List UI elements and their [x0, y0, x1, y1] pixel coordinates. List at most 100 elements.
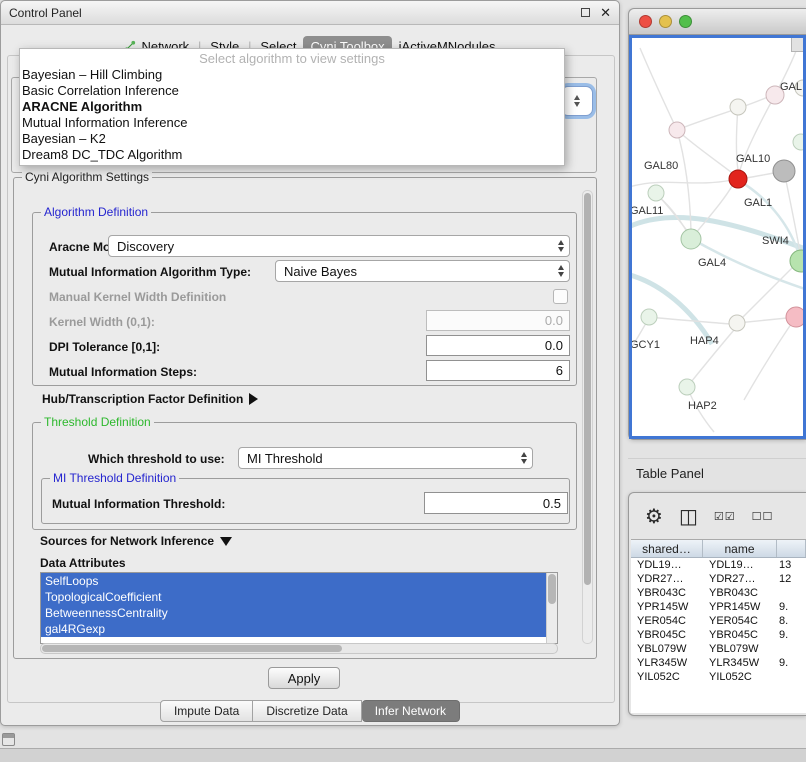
- mi-type-select[interactable]: Naive Bayes: [275, 260, 570, 282]
- graph-node[interactable]: [669, 122, 685, 138]
- list-scrollbar[interactable]: [546, 573, 557, 643]
- table-toolbar: ⚙ ◫ ☑☑ ☐☐: [629, 493, 806, 539]
- network-view-window: GALGAL80GAL10GAL11GAL1SWI4GAL4GCY1HAP4HA…: [628, 8, 806, 440]
- data-attributes-label: Data Attributes: [40, 556, 126, 570]
- mi-threshold-group: MI Threshold Definition Mutual Informati…: [41, 478, 570, 524]
- graph-node-label: GCY1: [632, 339, 660, 351]
- columns-icon[interactable]: ◫: [679, 506, 698, 526]
- mi-threshold-field[interactable]: 0.5: [424, 492, 568, 514]
- stepper-arrows-icon: [558, 265, 564, 277]
- algorithm-option[interactable]: Dream8 DC_TDC Algorithm: [20, 147, 564, 163]
- table-row[interactable]: YDL19…YDL19…13: [631, 558, 806, 572]
- table-row[interactable]: YPR145WYPR145W9.: [631, 600, 806, 614]
- control-panel-titlebar[interactable]: Control Panel ✕: [1, 1, 619, 25]
- table-cell: YBL079W: [631, 642, 703, 656]
- apply-button[interactable]: Apply: [268, 667, 340, 689]
- table-cell: YPR145W: [631, 600, 703, 614]
- table-row[interactable]: YDR27…YDR27…12: [631, 572, 806, 586]
- algorithm-option[interactable]: Mutual Information Inference: [20, 115, 564, 131]
- table-row[interactable]: YBR043CYBR043C: [631, 586, 806, 600]
- algorithm-popup-list: Bayesian – Hill ClimbingBasic Correlatio…: [20, 67, 564, 163]
- table-cell: 12: [777, 572, 806, 586]
- column-header[interactable]: [777, 540, 806, 557]
- deselect-all-icon[interactable]: ☐☐: [752, 511, 774, 522]
- graph-node[interactable]: [793, 134, 803, 150]
- table-row[interactable]: YBL079WYBL079W: [631, 642, 806, 656]
- algorithm-option[interactable]: Bayesian – K2: [20, 131, 564, 147]
- tab-discretize-data[interactable]: Discretize Data: [253, 700, 361, 722]
- dpi-tolerance-field[interactable]: 0.0: [426, 335, 570, 356]
- graph-node[interactable]: [729, 315, 745, 331]
- table-cell: 9.: [777, 656, 806, 670]
- graph-node[interactable]: [773, 160, 795, 182]
- network-canvas[interactable]: GALGAL80GAL10GAL11GAL1SWI4GAL4GCY1HAP4HA…: [629, 35, 806, 439]
- tab-infer-network[interactable]: Infer Network: [362, 700, 460, 722]
- close-traffic-light[interactable]: [639, 15, 652, 28]
- network-graph: GALGAL80GAL10GAL11GAL1SWI4GAL4GCY1HAP4HA…: [632, 38, 803, 437]
- collapsed-arrow-icon: [249, 393, 258, 405]
- graph-node[interactable]: [681, 229, 701, 249]
- mi-steps-field[interactable]: 6: [426, 360, 570, 381]
- select-all-icon[interactable]: ☑☑: [714, 511, 736, 522]
- zoom-traffic-light[interactable]: [679, 15, 692, 28]
- manual-kernel-checkbox[interactable]: [553, 289, 568, 304]
- table-cell: YER054C: [703, 614, 777, 628]
- hub-section-toggle[interactable]: Hub/Transcription Factor Definition: [42, 392, 258, 406]
- column-header[interactable]: shared…: [631, 540, 703, 557]
- table-cell: YDR27…: [703, 572, 777, 586]
- graph-node-label: GAL1: [744, 197, 772, 209]
- graph-node[interactable]: [786, 307, 803, 327]
- kernel-width-label: Kernel Width (0,1):: [49, 315, 155, 329]
- panel-separator: [628, 458, 806, 459]
- combo-value: Discovery: [117, 239, 174, 254]
- column-header[interactable]: name: [703, 540, 777, 557]
- list-hscrollbar[interactable]: [40, 643, 558, 654]
- data-attributes-list[interactable]: SelfLoopsTopologicalCoefficientBetweenne…: [40, 572, 558, 644]
- attribute-item[interactable]: BetweennessCentrality: [41, 605, 546, 621]
- algorithm-option[interactable]: Basic Correlation Inference: [20, 83, 564, 99]
- bottom-tabs: Impute Data Discretize Data Infer Networ…: [1, 700, 619, 722]
- kernel-width-field[interactable]: 0.0: [426, 310, 570, 331]
- which-threshold-select[interactable]: MI Threshold: [238, 447, 533, 469]
- threshold-definition-group: Threshold Definition Which threshold to …: [32, 422, 577, 530]
- table-cell: YBL079W: [703, 642, 777, 656]
- table-panel-title: Table Panel: [636, 466, 704, 481]
- graph-node[interactable]: [648, 185, 664, 201]
- tab-impute-data[interactable]: Impute Data: [160, 700, 253, 722]
- table-row[interactable]: YER054CYER054C8.: [631, 614, 806, 628]
- table-cell: YLR345W: [703, 656, 777, 670]
- attribute-item[interactable]: gal4RGexp: [41, 621, 546, 637]
- graph-node[interactable]: [641, 309, 657, 325]
- table-row[interactable]: YBR045CYBR045C9.: [631, 628, 806, 642]
- table-body: YDL19…YDL19…13YDR27…YDR27…12YBR043CYBR04…: [631, 558, 806, 684]
- control-panel-window: Control Panel ✕ Network Style Select Cyn…: [0, 0, 620, 726]
- settings-scrollbar[interactable]: [582, 190, 593, 644]
- minimized-panel-icon[interactable]: [2, 733, 15, 746]
- algorithm-combo-stepper[interactable]: [561, 86, 593, 116]
- aracne-mode-select[interactable]: Discovery: [108, 235, 570, 257]
- network-window-titlebar[interactable]: [629, 9, 806, 35]
- scrollbar-thumb[interactable]: [584, 193, 591, 585]
- graph-node[interactable]: [730, 99, 746, 115]
- scrollbar-thumb[interactable]: [42, 645, 342, 652]
- graph-node[interactable]: [729, 170, 747, 188]
- table-row[interactable]: YLR345WYLR345W9.: [631, 656, 806, 670]
- float-window-icon[interactable]: [581, 8, 590, 17]
- graph-node[interactable]: [679, 379, 695, 395]
- table-cell: [777, 586, 806, 600]
- minimize-traffic-light[interactable]: [659, 15, 672, 28]
- algorithm-option[interactable]: ARACNE Algorithm: [20, 99, 564, 115]
- attribute-item[interactable]: TopologicalCoefficient: [41, 589, 546, 605]
- algorithm-option[interactable]: Bayesian – Hill Climbing: [20, 67, 564, 83]
- mi-steps-label: Mutual Information Steps:: [49, 365, 197, 379]
- attribute-item[interactable]: SelfLoops: [41, 573, 546, 589]
- sources-section-toggle[interactable]: Sources for Network Inference: [40, 534, 232, 548]
- close-icon[interactable]: ✕: [600, 6, 611, 19]
- table-cell: YBR045C: [631, 628, 703, 642]
- gear-icon[interactable]: ⚙: [645, 506, 663, 526]
- scrollbar-thumb[interactable]: [548, 574, 556, 604]
- table-header-row: shared…name: [631, 540, 806, 558]
- graph-node-label: GAL11: [632, 205, 663, 217]
- mi-threshold-legend: MI Threshold Definition: [50, 471, 179, 485]
- table-row[interactable]: YIL052CYIL052C: [631, 670, 806, 684]
